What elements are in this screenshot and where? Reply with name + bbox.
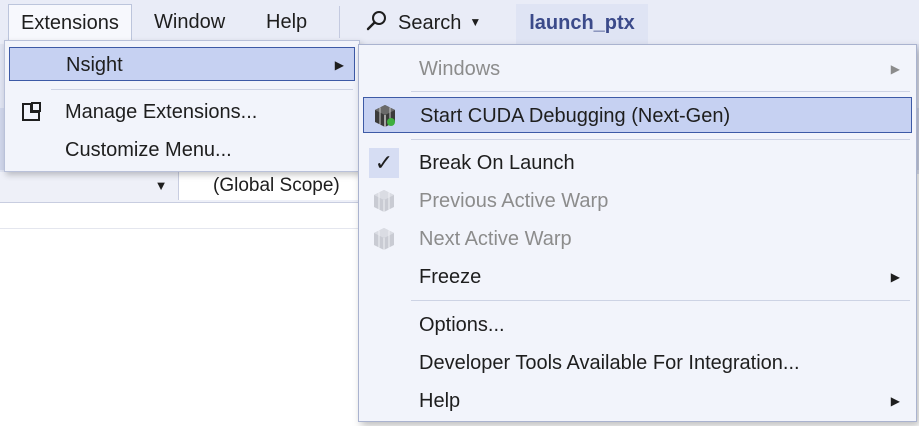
menu-item-label: Options... xyxy=(419,314,505,336)
menu-separator xyxy=(51,89,353,90)
menu-item-label: Freeze xyxy=(419,266,482,288)
menu-item-windows[interactable]: Windows ▶ xyxy=(363,51,912,87)
menu-help[interactable]: Help xyxy=(254,4,319,40)
menu-item-label: Manage Extensions... xyxy=(65,101,258,123)
menu-item-nsight[interactable]: Nsight ▶ xyxy=(9,47,355,81)
menu-item-label: Previous Active Warp xyxy=(419,190,609,212)
menu-separator xyxy=(411,91,910,92)
search-icon[interactable] xyxy=(366,10,388,32)
document-tab[interactable]: launch_ptx xyxy=(516,4,648,44)
chevron-down-icon[interactable]: ▼ xyxy=(150,172,172,200)
menu-item-label: Start CUDA Debugging (Next-Gen) xyxy=(420,105,731,127)
menu-item-previous-active-warp[interactable]: Previous Active Warp xyxy=(363,183,912,219)
menu-item-next-active-warp[interactable]: Next Active Warp xyxy=(363,221,912,257)
menu-separator xyxy=(411,300,910,301)
cuda-cube-icon xyxy=(374,190,394,212)
nsight-submenu: Windows ▶ Start CUDA Debugging (Next-Gen… xyxy=(358,44,917,422)
cuda-cube-icon xyxy=(375,105,395,127)
menu-item-label: Developer Tools Available For Integratio… xyxy=(419,352,800,374)
menu-item-manage-extensions[interactable]: Manage Extensions... xyxy=(9,95,355,129)
menu-item-label: Customize Menu... xyxy=(65,139,232,161)
chevron-right-icon: ▶ xyxy=(890,270,900,284)
search-label: Search xyxy=(398,12,462,34)
extensions-menu: Nsight ▶ Manage Extensions... Customize … xyxy=(4,40,360,172)
menu-item-break-on-launch[interactable]: ✓ Break On Launch xyxy=(363,145,912,181)
menu-item-options[interactable]: Options... xyxy=(363,307,912,343)
menu-item-help[interactable]: Help ▶ xyxy=(363,383,912,419)
menu-item-label: Help xyxy=(419,390,461,412)
menu-item-label: Nsight xyxy=(66,54,123,76)
menu-separator xyxy=(411,139,910,140)
menu-item-start-cuda-debugging[interactable]: Start CUDA Debugging (Next-Gen) xyxy=(363,97,912,133)
chevron-right-icon: ▶ xyxy=(334,58,344,72)
search-button[interactable]: Search ▼ xyxy=(386,4,493,40)
chevron-right-icon: ▶ xyxy=(890,394,900,408)
menu-separator xyxy=(339,6,340,38)
extensions-icon xyxy=(22,102,41,121)
menu-item-label: Windows xyxy=(419,58,501,80)
checkmark-icon: ✓ xyxy=(369,148,399,178)
scope-dropdown[interactable]: (Global Scope) xyxy=(178,172,358,200)
menu-item-label: Break On Launch xyxy=(419,152,575,174)
menu-extensions[interactable]: Extensions xyxy=(8,4,132,40)
menu-item-label: Next Active Warp xyxy=(419,228,572,250)
chevron-right-icon: ▶ xyxy=(890,62,900,76)
menu-bar: Extensions Window Help Search ▼ launch_pt… xyxy=(0,0,919,44)
chevron-down-icon: ▼ xyxy=(469,15,482,29)
menu-item-customize-menu[interactable]: Customize Menu... xyxy=(9,133,355,167)
cuda-cube-icon xyxy=(374,228,394,250)
menu-window[interactable]: Window xyxy=(142,4,237,40)
menu-item-developer-tools[interactable]: Developer Tools Available For Integratio… xyxy=(363,345,912,381)
editor-divider xyxy=(0,228,360,229)
menu-item-freeze[interactable]: Freeze ▶ xyxy=(363,259,912,295)
